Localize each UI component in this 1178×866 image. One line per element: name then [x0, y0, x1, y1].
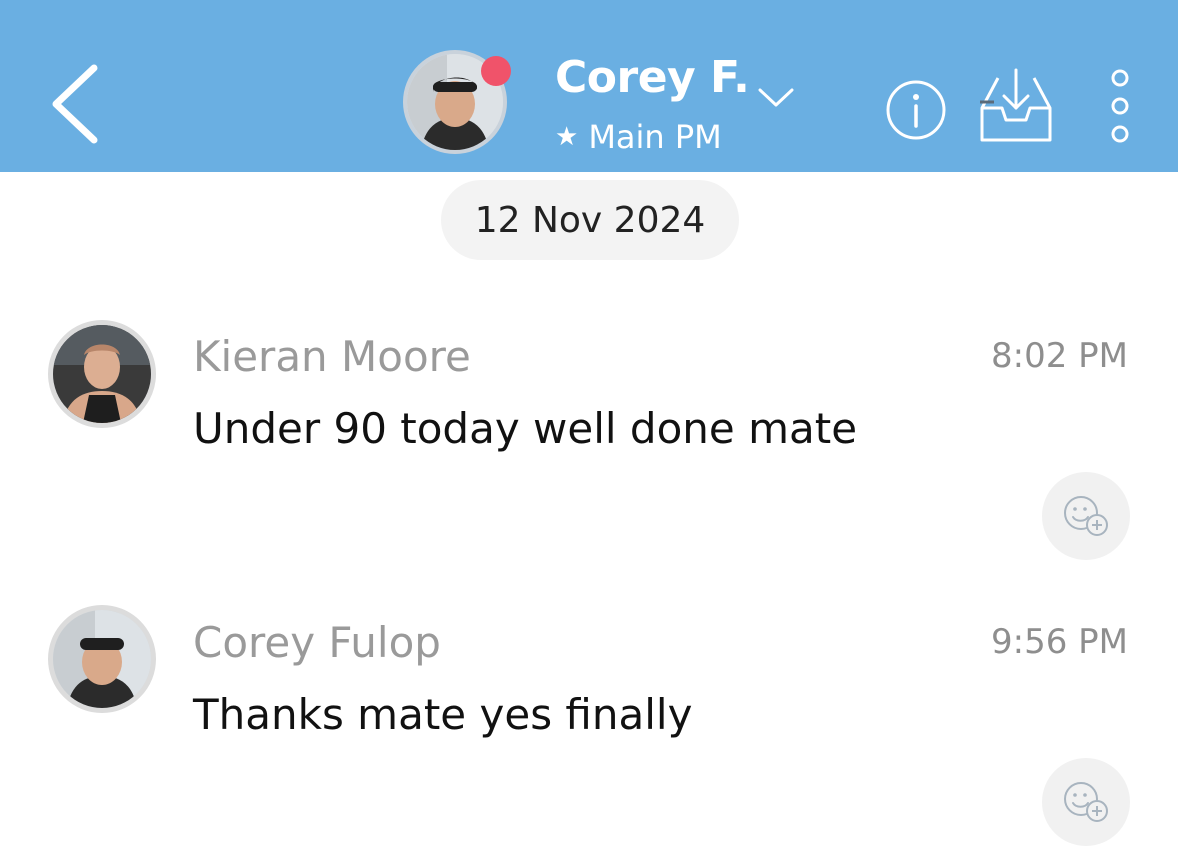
subtitle-label: Main PM [588, 118, 722, 156]
sender-avatar[interactable] [48, 320, 156, 428]
add-reaction-icon [1064, 782, 1108, 822]
inbox-download-icon[interactable] [976, 68, 1056, 144]
star-icon: ★ [555, 122, 579, 152]
message-text: Under 90 today well done mate [193, 404, 858, 453]
sender-name: Corey Fulop [193, 618, 441, 667]
chevron-down-icon[interactable] [757, 86, 795, 110]
back-button[interactable] [44, 62, 114, 152]
info-icon[interactable] [884, 78, 948, 142]
sender-avatar[interactable] [48, 605, 156, 713]
contact-subtitle: ★ Main PM [555, 118, 722, 156]
add-reaction-button[interactable] [1042, 472, 1130, 560]
person-photo [53, 610, 151, 708]
more-vertical-icon[interactable] [1106, 68, 1134, 144]
date-divider: 12 Nov 2024 [441, 180, 739, 260]
back-icon [52, 64, 98, 144]
chat-header: Corey F. ★ Main PM [0, 0, 1178, 172]
presence-dot [481, 56, 511, 86]
message-time: 9:56 PM [991, 622, 1128, 662]
person-photo [53, 325, 151, 423]
add-reaction-icon [1064, 496, 1108, 536]
message-time: 8:02 PM [991, 336, 1128, 376]
add-reaction-button[interactable] [1042, 758, 1130, 846]
contact-name[interactable]: Corey F. [555, 52, 750, 103]
sender-name: Kieran Moore [193, 332, 471, 381]
message-text: Thanks mate yes finally [193, 690, 693, 739]
